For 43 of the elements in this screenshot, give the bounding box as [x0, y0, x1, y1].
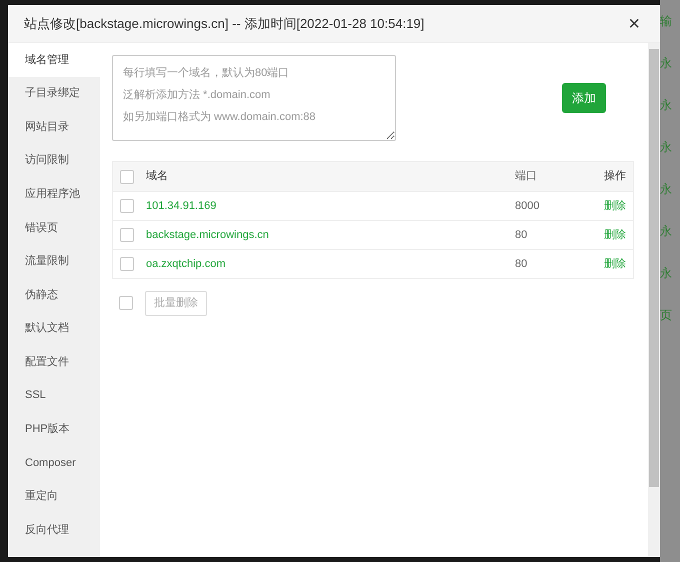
column-header: 端口: [515, 170, 537, 182]
column-header: 域名: [146, 170, 168, 182]
port-text: 80: [515, 228, 528, 241]
background-text: 永: [660, 223, 673, 240]
sidebar-tab[interactable]: SSL: [8, 378, 100, 413]
background-text: 永: [660, 139, 673, 156]
delete-link[interactable]: 删除: [604, 228, 626, 241]
sidebar-tab[interactable]: 应用程序池: [8, 177, 100, 211]
background-text: 永: [660, 265, 673, 282]
sidebar-tab[interactable]: 重定向: [8, 480, 100, 514]
placeholder-text: 每行填写一个域名，默认为80端口: [123, 66, 290, 81]
background-text: 永: [660, 97, 673, 114]
background-text: 输: [660, 13, 673, 30]
checkbox[interactable]: [120, 199, 134, 213]
sidebar-tab[interactable]: Composer: [8, 446, 100, 480]
background-text: 永: [660, 181, 673, 198]
checkbox[interactable]: [120, 257, 134, 271]
delete-link[interactable]: 删除: [604, 200, 626, 212]
background-text: 永: [660, 55, 673, 72]
checkbox[interactable]: [120, 228, 134, 242]
column-header: 操作: [604, 170, 626, 182]
scrollbar[interactable]: [648, 43, 660, 557]
checkbox[interactable]: [120, 170, 134, 184]
dialog-title: 站点修改[backstage.microwings.cn] -- 添加时间[2022-01-28 10:54:19]: [24, 14, 426, 33]
scroll-thumb[interactable]: [649, 49, 659, 487]
sidebar-tab[interactable]: 错误页: [8, 210, 100, 245]
sidebar-tab[interactable]: PHP版本: [8, 412, 100, 446]
sidebar-tab[interactable]: 伪静态: [8, 278, 100, 312]
placeholder-text: 泛解析添加方法 *.domain.com: [123, 88, 272, 103]
sidebar-tab[interactable]: 反向代理: [8, 513, 100, 547]
sidebar-tab[interactable]: 子目录绑定: [8, 76, 100, 110]
sidebar-tab[interactable]: 访问限制: [8, 144, 100, 178]
port-text: 80: [515, 258, 528, 270]
close-button[interactable]: ×: [624, 14, 644, 34]
sidebar-tab[interactable]: 域名管理: [8, 43, 100, 77]
placeholder-text: 如另加端口格式为 www.domain.com:88: [123, 110, 317, 125]
delete-link[interactable]: 删除: [604, 258, 626, 270]
sidebar-tab[interactable]: 流量限制: [8, 244, 100, 278]
port-text: 8000: [515, 200, 540, 212]
sidebar-tab[interactable]: 配置文件: [8, 345, 100, 379]
sidebar-tab[interactable]: 网站目录: [8, 110, 100, 144]
sidebar-tab[interactable]: 默认文档: [8, 312, 100, 346]
background-text: 页: [660, 307, 673, 324]
